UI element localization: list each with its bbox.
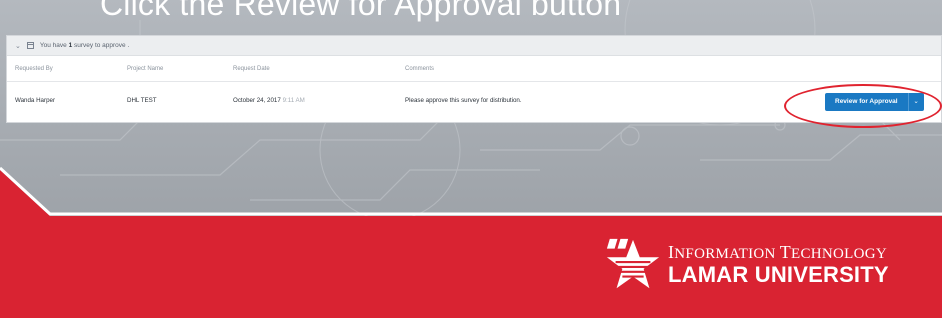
col-project-name[interactable]: Project Name (127, 56, 163, 82)
cell-project-name: DHL TEST (127, 97, 157, 104)
logo-lamar-university: LAMAR UNIVERSITY (668, 262, 889, 287)
col-requested-by[interactable]: Requested By (15, 56, 53, 82)
star-logo-icon (606, 238, 660, 289)
col-comments[interactable]: Comments (405, 56, 434, 82)
header-suffix: survey to approve . (74, 42, 130, 49)
header-prefix: You have (39, 42, 67, 49)
cell-comment: Please approve this survey for distribut… (405, 97, 522, 104)
col-request-date[interactable]: Request Date (233, 56, 270, 82)
lamar-it-logo: INFORMATION TECHNOLOGY LAMAR UNIVERSITY (604, 236, 889, 294)
date-value: October 24, 2017 (233, 97, 281, 104)
column-headers: Requested By Project Name Request Date C… (7, 56, 941, 82)
panel-header[interactable]: ⌄ You have 1 survey to approve . (7, 36, 941, 56)
logo-text: INFORMATION TECHNOLOGY LAMAR UNIVERSITY (668, 243, 889, 287)
highlight-ring (784, 84, 942, 128)
cell-requested-by: Wanda Harper (15, 97, 56, 104)
instruction-heading: Click the Review for Approval button (100, 0, 622, 22)
header-count: 1 (68, 42, 73, 49)
chevron-down-icon[interactable]: ⌄ (15, 42, 21, 50)
calendar-icon (26, 42, 34, 49)
logo-information-technology: INFORMATION TECHNOLOGY (668, 242, 888, 262)
time-value: 9:11 AM (282, 97, 305, 104)
cell-request-date: October 24, 2017 9:11 AM (233, 82, 305, 120)
